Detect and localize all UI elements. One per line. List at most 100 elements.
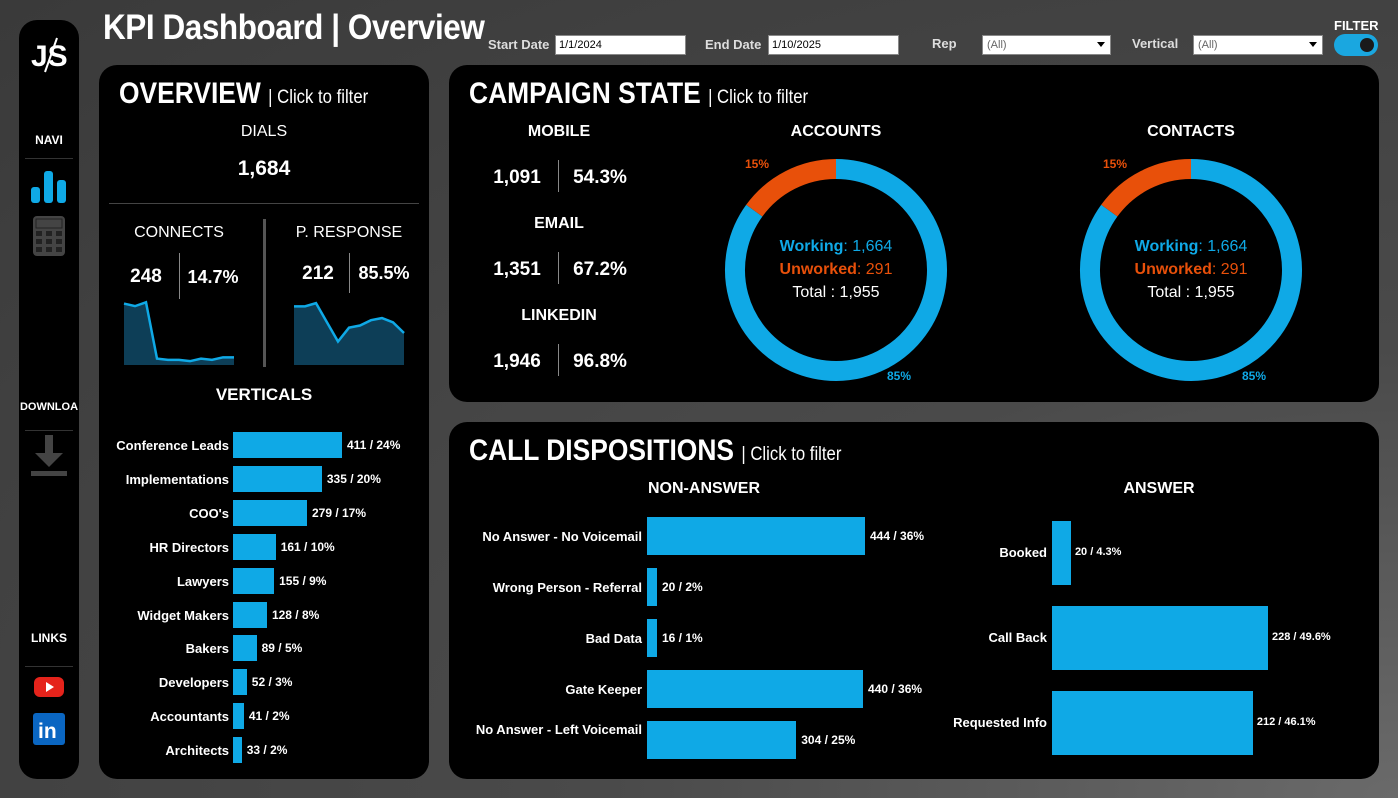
vertical-label: HR Directors [149,539,229,555]
linkedin-value[interactable]: 1,946 [485,351,549,373]
answer-label: Requested Info [953,715,1047,730]
mobile-label: MOBILE [527,123,591,140]
nonanswer-value: 444 / 36% [870,529,925,543]
call-dispositions-panel: CALL DISPOSITIONS | Click to filter NON-… [449,422,1379,779]
vertical-bar[interactable] [233,737,242,764]
accounts-unworked: Unworked: 291 [746,261,926,279]
answer-bar[interactable] [1052,521,1071,585]
divider [109,203,419,204]
vertical-value: 411 / 24% [347,438,401,452]
vertical-select-value: (All) [1198,39,1218,51]
download-icon[interactable] [29,435,69,476]
campaign-subtitle[interactable]: | Click to filter [708,87,808,108]
nonanswer-bar[interactable] [647,721,797,759]
vertical-row[interactable]: Accountants 41 / 2% [99,703,429,730]
vertical-row[interactable]: Architects 33 / 2% [99,737,429,764]
svg-text:in: in [38,720,57,743]
vertical-value: 279 / 17% [311,505,367,520]
js-logo[interactable]: JS [27,32,71,76]
rep-select[interactable]: (All) [982,35,1111,55]
vertical-bar[interactable] [233,533,276,560]
vertical-bar[interactable] [233,635,257,662]
donut-slice-unworked[interactable] [746,159,837,217]
divider [558,252,559,284]
campaign-state-panel: CAMPAIGN STATE | Click to filter MOBILE … [449,65,1379,402]
answer-bar[interactable] [1052,606,1268,670]
answer-bar[interactable] [1052,691,1253,755]
vertical-select[interactable]: (All) [1193,35,1323,55]
nonanswer-bar[interactable] [647,670,864,708]
working-label: Working [1134,238,1199,255]
vertical-bar[interactable] [233,669,247,696]
youtube-icon[interactable] [29,667,69,707]
vertical-value: 155 / 9% [279,573,327,588]
answer-chart: Booked 20 / 4.3% Call Back 228 / 49.6% Reque… [939,422,1379,779]
accounts-working-pct: 85% [887,369,912,383]
sparkline-area [124,302,234,365]
nonanswer-label: No Answer - Left Voicemail [475,722,642,737]
vertical-label: Accountants [150,709,229,725]
overview-subtitle[interactable]: | Click to filter [268,87,368,108]
start-date-label: Start Date [488,37,550,52]
connects-label: CONNECTS [134,224,224,241]
vertical-label: Vertical [1132,36,1179,51]
nonanswer-label: Bad Data [585,631,642,646]
nonanswer-bar[interactable] [647,568,657,606]
end-date-input[interactable]: 1/10/2025 [768,35,899,55]
unworked-value: : 291 [856,261,893,278]
overview-title: OVERVIEW | Click to filter [119,77,368,111]
nonanswer-label: No Answer - No Voicemail [482,529,642,544]
vertical-bar[interactable] [233,567,275,594]
vertical-bar[interactable] [233,465,322,492]
vertical-label: Lawyers [176,573,229,589]
bar-chart-icon[interactable] [29,165,69,205]
divider [179,253,180,299]
answer-value: 212 / 46.1% [1256,716,1316,728]
nonanswer-bar[interactable] [647,517,865,555]
verticals-label: VERTICALS [215,385,313,404]
divider [558,344,559,376]
presponse-sparkline [294,301,405,365]
vertical-value: 335 / 20% [326,471,381,486]
vertical-label: Implementations [125,471,229,487]
vertical-bar[interactable] [233,432,342,458]
vertical-value: 41 / 2% [248,709,290,724]
vertical-row[interactable]: Implementations 335 / 20% [99,465,429,492]
nonanswer-bar[interactable] [647,619,657,657]
filter-toggle[interactable] [1334,34,1378,56]
vertical-row[interactable]: Conference Leads 411 / 24% [99,432,429,458]
accounts-unworked-pct: 15% [745,157,770,171]
vertical-row[interactable]: Bakers 89 / 5% [99,635,429,662]
nonanswer-value: 16 / 1% [662,631,703,645]
vertical-row[interactable]: COO's 279 / 17% [99,499,429,526]
vertical-bar[interactable] [233,703,244,730]
contacts-label: CONTACTS [1147,123,1235,140]
vertical-bar[interactable] [233,601,267,628]
mobile-value[interactable]: 1,091 [485,167,549,189]
vertical-bar[interactable] [233,499,307,526]
dials-label: DIALS [240,123,288,140]
nonanswer-value: 20 / 2% [662,580,703,594]
accounts-total: Total : 1,955 [792,284,880,301]
vertical-row[interactable]: Developers 52 / 3% [99,669,429,696]
email-value[interactable]: 1,351 [485,259,549,281]
sidebar: JS NAVI DOWNLOA LINKS in [19,20,79,779]
calculator-icon[interactable] [29,216,69,256]
dials-value[interactable]: 1,684 [99,157,429,181]
start-date-input[interactable]: 1/1/2024 [555,35,686,55]
linkedin-icon[interactable]: in [29,709,69,749]
donut-slice-unworked[interactable] [1101,159,1192,217]
contacts-unworked-pct: 15% [1103,157,1128,171]
vertical-row[interactable]: Widget Makers 128 / 8% [99,601,429,628]
vertical-row[interactable]: Lawyers 155 / 9% [99,567,429,594]
vertical-row[interactable]: HR Directors 161 / 10% [99,533,429,560]
presponse-value[interactable]: 212 [293,263,343,285]
rep-label: Rep [932,36,957,51]
contacts-working-pct: 85% [1242,369,1267,383]
presponse-label: P. RESPONSE [295,224,403,241]
connects-value[interactable]: 248 [119,266,173,288]
contacts-total: Total : 1,955 [1147,284,1235,301]
answer-value: 228 / 49.6% [1272,631,1331,643]
vertical-label: Conference Leads [116,438,229,453]
filter-label: FILTER [1334,18,1379,33]
